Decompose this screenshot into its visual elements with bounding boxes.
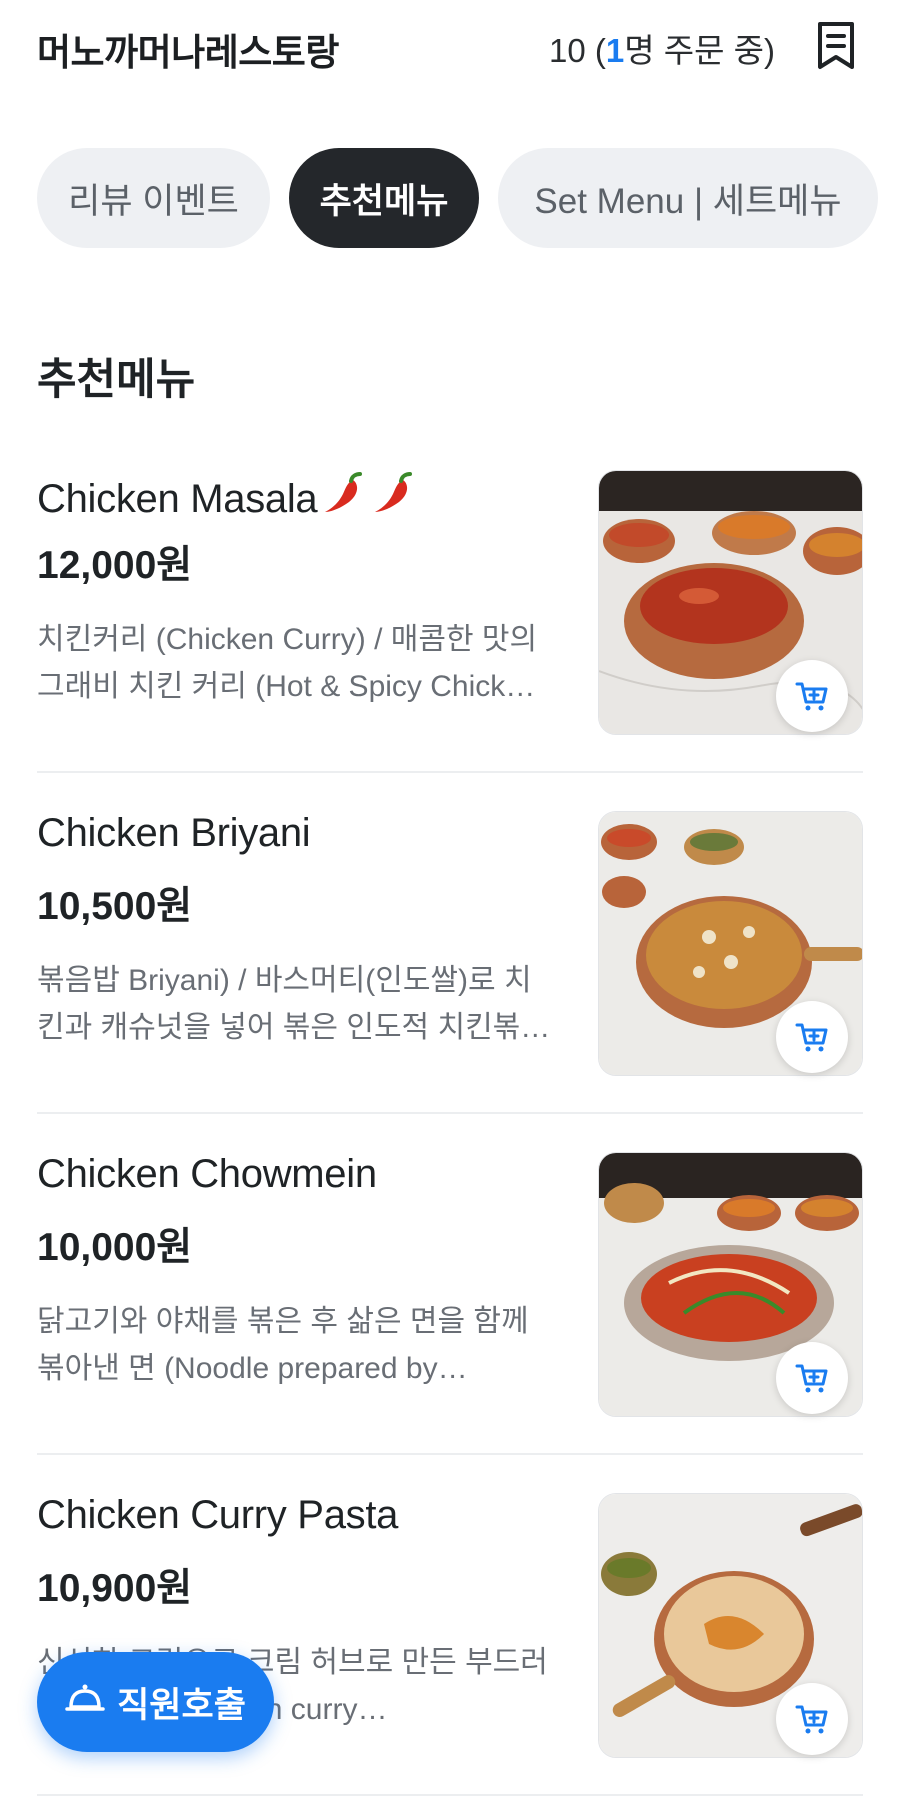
chili-pepper-icon xyxy=(369,470,417,518)
table-number: 10 xyxy=(548,32,586,69)
menu-item[interactable]: Chicken Chowmein 10,000원 닭고기와 야채를 볶은 후 삶… xyxy=(37,1152,863,1452)
item-name: Chicken Curry Pasta xyxy=(37,1493,399,1537)
item-price: 12,000원 xyxy=(37,544,193,587)
section-title: 추천메뉴 xyxy=(37,356,196,404)
divider xyxy=(37,1112,863,1114)
add-to-cart-icon[interactable] xyxy=(776,1683,848,1755)
item-description: 치킨커리 (Chicken Curry) / 매콤한 맛의 그래비 치킨 커리 … xyxy=(37,623,538,703)
item-price: 10,500원 xyxy=(37,885,193,928)
tab-recommended[interactable]: 추천메뉴 xyxy=(289,148,479,248)
add-to-cart-icon[interactable] xyxy=(776,660,848,732)
item-name: Chicken Chowmein xyxy=(37,1152,377,1196)
item-description: 닭고기와 야채를 볶은 후 삶은 면을 함께 볶아낸 면 (Noodle pre… xyxy=(37,1305,529,1385)
call-staff-button[interactable]: 직원호출 xyxy=(37,1652,274,1752)
menu-item[interactable]: Chicken Briyani 10,500원 볶음밥 Briyani) / 바… xyxy=(37,811,863,1111)
tab-set-menu[interactable]: Set Menu | 세트메뉴 xyxy=(498,148,878,248)
add-to-cart-icon[interactable] xyxy=(776,1342,848,1414)
order-count: 1 xyxy=(605,32,625,69)
receipt-icon[interactable] xyxy=(813,20,859,72)
item-price: 10,900원 xyxy=(37,1567,193,1610)
store-name: 머노까머나레스토랑 xyxy=(37,32,339,73)
tab-review-event[interactable]: 리뷰 이벤트 xyxy=(37,148,270,248)
item-description: 볶음밥 Briyani) / 바스머티(인도쌀)로 치킨과 캐슈넛을 넣어 볶은… xyxy=(37,964,551,1044)
order-open: ( xyxy=(585,32,606,69)
item-name: Chicken Masala xyxy=(37,477,318,521)
call-staff-label: 직원호출 xyxy=(117,1685,246,1725)
divider xyxy=(37,1453,863,1455)
chili-pepper-icon xyxy=(319,470,367,518)
menu-item[interactable]: Chicken Masala 12,000원 치킨커리 (Chicken Cur… xyxy=(37,470,863,770)
order-suffix: 명 주문 중) xyxy=(624,32,775,69)
item-price: 10,000원 xyxy=(37,1226,193,1269)
bell-icon xyxy=(65,1681,105,1724)
item-name-row: Chicken Masala xyxy=(37,470,417,522)
order-status[interactable]: 10 (1명 주문 중) xyxy=(549,24,775,72)
divider xyxy=(37,771,863,773)
add-to-cart-icon[interactable] xyxy=(776,1001,848,1073)
category-tabs: 리뷰 이벤트 추천메뉴 Set Menu | 세트메뉴 xyxy=(37,148,878,248)
header: 머노까머나레스토랑 10 (1명 주문 중) xyxy=(0,0,900,100)
divider xyxy=(37,1794,863,1796)
item-name: Chicken Briyani xyxy=(37,811,311,855)
